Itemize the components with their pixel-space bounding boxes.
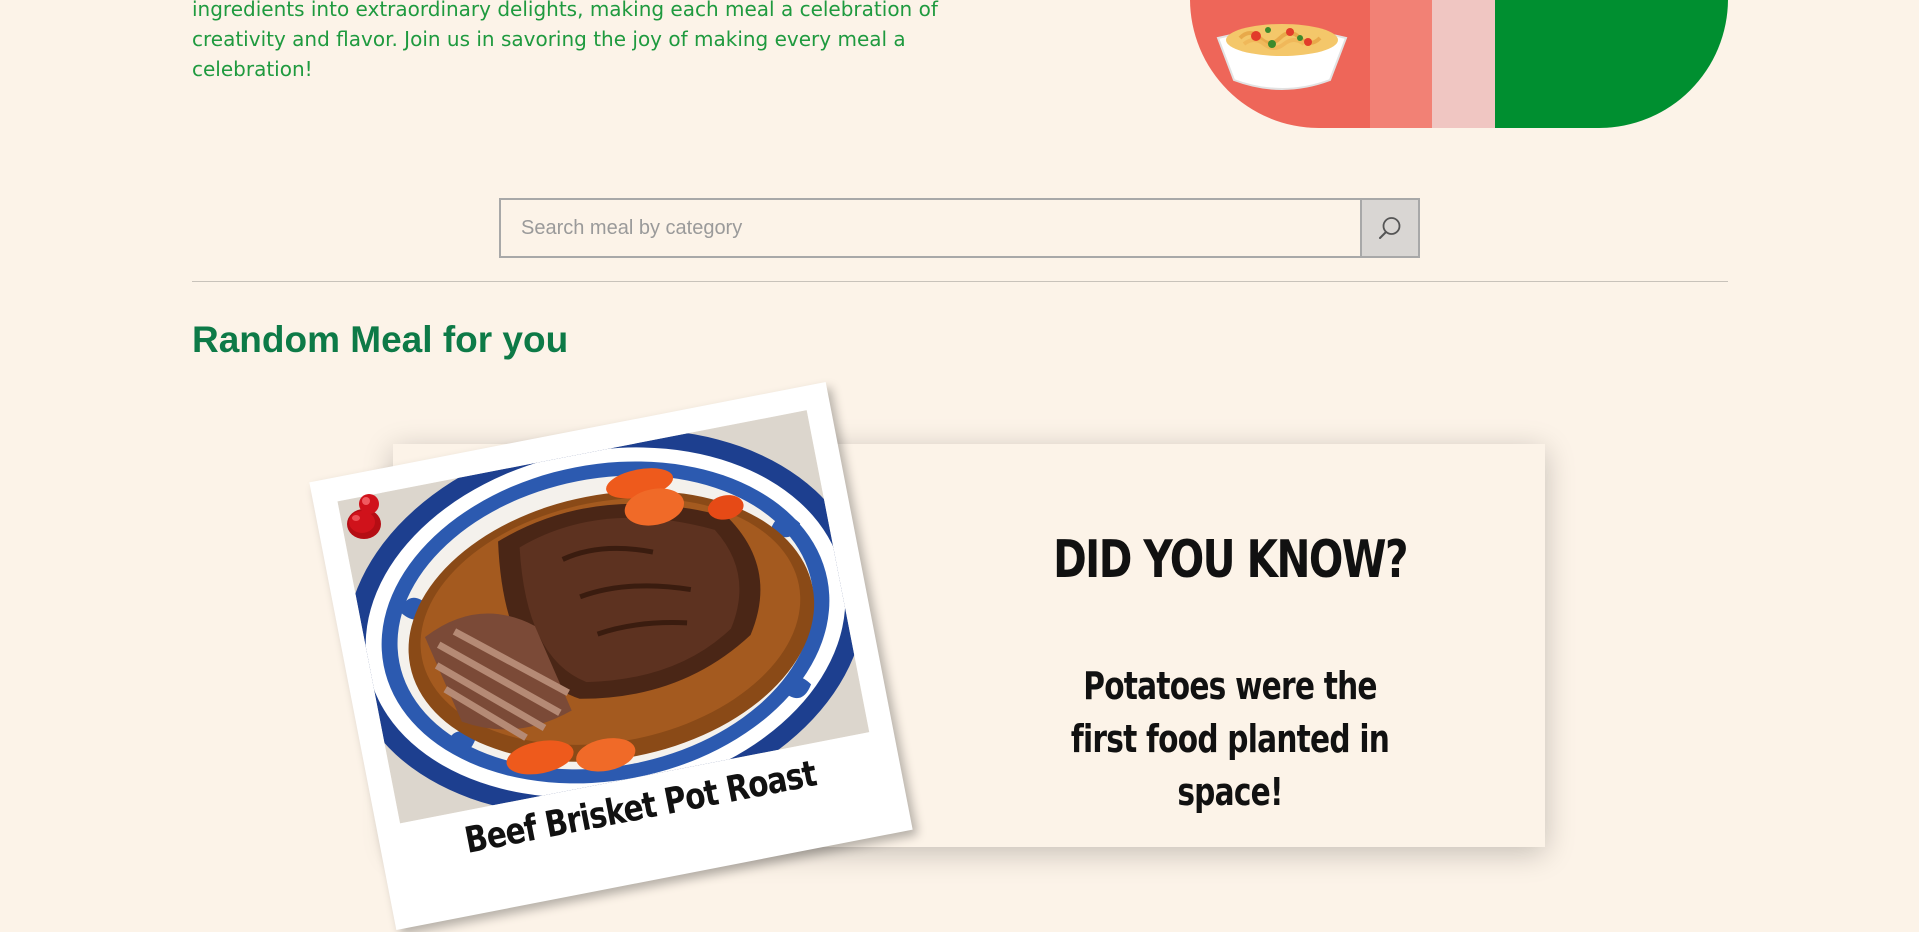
banner-segment-coral [1190, 0, 1370, 128]
search-bar [499, 198, 1420, 258]
banner-segment-salmon [1370, 0, 1432, 128]
intro-paragraph: ingredients into extraordinary delights,… [192, 0, 938, 81]
banner-segment-pink [1432, 0, 1495, 128]
section-divider [192, 281, 1728, 282]
meal-polaroid-card[interactable]: Beef Brisket Pot Roast [309, 382, 913, 930]
search-icon [1379, 217, 1401, 239]
pushpin-icon [347, 494, 381, 539]
search-button[interactable] [1360, 200, 1418, 256]
fact-text: Potatoes were the first food planted in … [1070, 664, 1390, 814]
hero-banner [1190, 0, 1728, 128]
search-input[interactable] [501, 200, 1360, 256]
pasta-bowl-image [1216, 24, 1348, 90]
banner-segment-green [1495, 0, 1728, 128]
fact-title: DID YOU KNOW? [1053, 530, 1408, 590]
section-title: Random Meal for you [192, 319, 569, 360]
